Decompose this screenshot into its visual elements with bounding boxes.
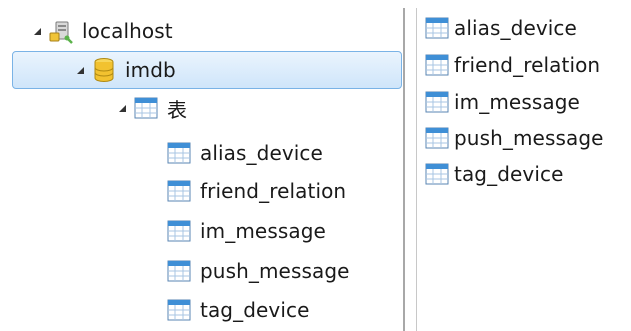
object-list-label: tag_device bbox=[454, 162, 564, 186]
table-icon bbox=[424, 125, 450, 151]
object-list-label: friend_relation bbox=[454, 53, 601, 77]
table-icon bbox=[166, 140, 192, 166]
database-label: imdb bbox=[125, 58, 176, 82]
table-icon bbox=[424, 52, 450, 78]
tree-node-tables-folder[interactable]: 表 bbox=[115, 90, 187, 126]
object-list-label: alias_device bbox=[454, 16, 577, 40]
table-label: push_message bbox=[200, 259, 350, 283]
table-icon bbox=[424, 89, 450, 115]
table-icon bbox=[166, 178, 192, 204]
selection-highlight bbox=[12, 51, 402, 89]
table-icon bbox=[166, 258, 192, 284]
table-icon bbox=[166, 218, 192, 244]
tables-folder-label: 表 bbox=[167, 97, 188, 122]
tree-table-item[interactable]: im_message bbox=[166, 213, 326, 249]
pane-divider bbox=[416, 8, 417, 331]
tree-table-item[interactable]: friend_relation bbox=[166, 173, 346, 209]
tree-node-localhost[interactable]: localhost bbox=[30, 13, 173, 49]
server-label: localhost bbox=[82, 19, 173, 43]
tree-table-item[interactable]: alias_device bbox=[166, 135, 323, 171]
expand-arrow-icon[interactable] bbox=[30, 24, 44, 38]
expand-arrow-icon[interactable] bbox=[73, 63, 87, 77]
object-list-item[interactable]: alias_device bbox=[424, 10, 577, 46]
tree-table-item[interactable]: push_message bbox=[166, 253, 350, 289]
object-list-label: push_message bbox=[454, 126, 604, 150]
tree-table-item[interactable]: tag_device bbox=[166, 292, 310, 328]
table-label: im_message bbox=[200, 219, 326, 243]
object-list-item[interactable]: im_message bbox=[424, 84, 580, 120]
navigation-tree: localhost imdb 表 alias_device friend_rel… bbox=[0, 0, 403, 331]
database-icon bbox=[91, 57, 117, 83]
expand-arrow-icon[interactable] bbox=[115, 101, 129, 115]
object-list-item[interactable]: tag_device bbox=[424, 156, 564, 192]
table-label: friend_relation bbox=[200, 179, 347, 203]
tree-node-imdb[interactable]: imdb bbox=[73, 52, 176, 88]
pane-splitter[interactable] bbox=[403, 8, 405, 331]
tables-folder-icon bbox=[133, 95, 159, 121]
object-list-label: im_message bbox=[454, 90, 580, 114]
table-icon bbox=[166, 297, 192, 323]
table-icon bbox=[424, 15, 450, 41]
server-icon bbox=[48, 18, 74, 44]
object-list-item[interactable]: friend_relation bbox=[424, 47, 600, 83]
object-list-item[interactable]: push_message bbox=[424, 120, 604, 156]
table-label: alias_device bbox=[200, 141, 323, 165]
table-label: tag_device bbox=[200, 298, 310, 322]
table-icon bbox=[424, 161, 450, 187]
